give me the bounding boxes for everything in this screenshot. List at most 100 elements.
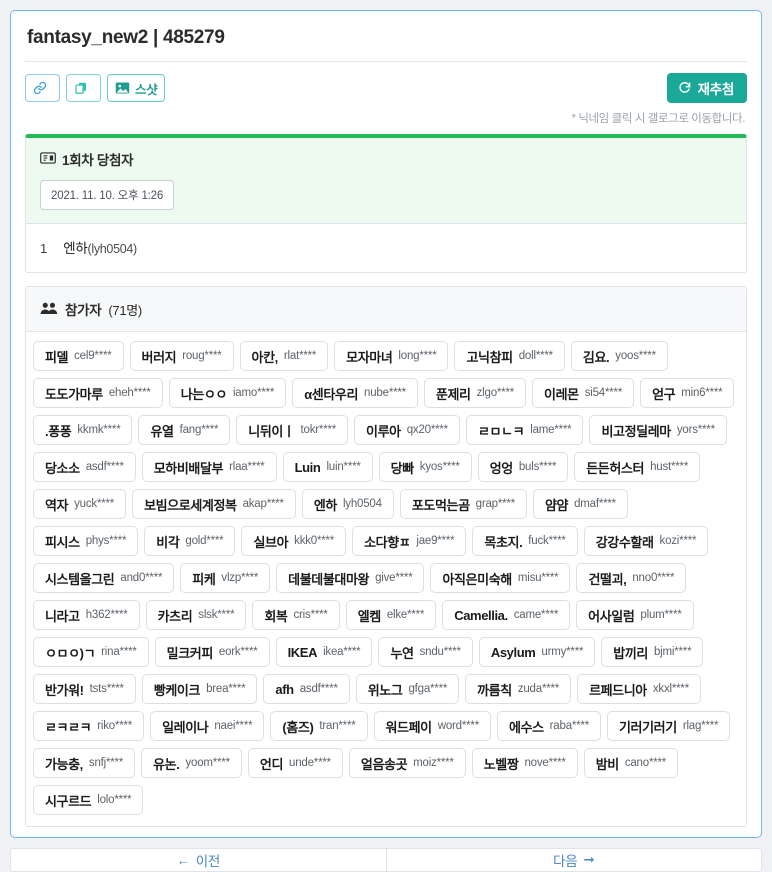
participant-chip[interactable]: 고닉참피 doll****: [454, 341, 565, 371]
participant-chip[interactable]: 언디 unde****: [247, 748, 343, 778]
prev-page-button[interactable]: ← 이전: [11, 849, 387, 871]
participant-chip[interactable]: 니뒤이ㅣ tokr****: [236, 415, 349, 445]
next-page-button[interactable]: 다음 ➞: [387, 849, 762, 871]
participant-chip[interactable]: 반가워! tsts****: [33, 674, 136, 704]
participant-chip[interactable]: 건떨괴, nno0****: [576, 563, 687, 593]
participant-chip[interactable]: ㄹㅁㄴㅋ lame****: [465, 415, 584, 445]
participant-chip[interactable]: 이레몬 si54****: [532, 378, 635, 408]
participant-chip[interactable]: 얌얌 dmaf****: [532, 489, 628, 519]
participant-nickname: 유논.: [153, 756, 180, 772]
participant-chip[interactable]: 포도먹는곰 grap****: [399, 489, 527, 519]
participant-chip[interactable]: 데불데불대마왕 give****: [276, 563, 425, 593]
participant-chip[interactable]: 시스템올그린 and0****: [33, 563, 175, 593]
participant-nickname: 누연: [390, 645, 414, 661]
participant-chip[interactable]: 피델 cel9****: [33, 341, 124, 371]
participant-chip[interactable]: 비각 gold****: [144, 526, 236, 556]
participant-nickname: 소다향ㅍ: [364, 534, 411, 550]
redraw-button[interactable]: 재추첨: [666, 73, 747, 103]
participant-chip[interactable]: 유논. yoom****: [141, 748, 242, 778]
participant-uid: qx20****: [406, 424, 448, 436]
participant-chip[interactable]: 유열 fang****: [138, 415, 231, 445]
participant-chip[interactable]: 니라고 h362****: [33, 600, 140, 630]
participant-nickname: 기러기러기: [619, 719, 677, 735]
participant-chip[interactable]: 가능충, snfj****: [33, 748, 136, 778]
participant-chip[interactable]: 강강수할래 kozi****: [583, 526, 709, 556]
participant-uid: unde****: [289, 757, 331, 769]
participant-nickname: 건떨괴,: [588, 571, 627, 587]
participant-chip[interactable]: 까름칙 zuda****: [465, 674, 572, 704]
participant-uid: eheh****: [108, 387, 151, 399]
participant-chip[interactable]: (홈즈) tran****: [270, 711, 368, 741]
participant-chip[interactable]: 피시스 phys****: [33, 526, 139, 556]
participant-chip[interactable]: 누연 sndu****: [378, 637, 473, 667]
participant-nickname: 피델: [45, 349, 69, 365]
participant-chip[interactable]: 기러기러기 rlag****: [607, 711, 731, 741]
participant-chip[interactable]: 이루아 qx20****: [354, 415, 460, 445]
snapshot-label: 스샷: [135, 82, 158, 97]
participant-chip[interactable]: 도도가마루 eheh****: [33, 378, 163, 408]
participant-chip[interactable]: 든든허스터 hust****: [574, 452, 701, 482]
participant-chip[interactable]: 회복 cris****: [252, 600, 340, 630]
winner-nickname[interactable]: 엔하(lyh0504): [63, 237, 137, 257]
participant-chip[interactable]: 빵케이크 brea****: [141, 674, 258, 704]
participant-chip[interactable]: 얻구 min6****: [640, 378, 735, 408]
participant-nickname: afh: [275, 681, 294, 697]
copy-link-button[interactable]: [25, 74, 60, 102]
participant-chip[interactable]: 밀크커피 eork****: [154, 637, 270, 667]
participant-chip[interactable]: 위노그 gfga****: [355, 674, 460, 704]
participant-chip[interactable]: 소다향ㅍ jae9****: [352, 526, 467, 556]
participant-chip[interactable]: 역자 yuck****: [33, 489, 127, 519]
participant-chip[interactable]: 아직은미숙해 misu****: [430, 563, 571, 593]
participant-nickname: 도도가마루: [45, 386, 103, 402]
participant-nickname: 비각: [156, 534, 180, 550]
copy-text-button[interactable]: [66, 74, 101, 102]
participant-chip[interactable]: 당빠 kyos****: [378, 452, 472, 482]
participant-chip[interactable]: 엔하 lyh0504: [301, 489, 394, 519]
participant-nickname: 비고정딜레마: [601, 423, 671, 439]
participant-chip[interactable]: Camellia. came****: [442, 600, 571, 630]
participant-chip[interactable]: Luin luin****: [282, 452, 373, 482]
participant-chip[interactable]: 엉엉 buls****: [477, 452, 569, 482]
snapshot-button[interactable]: 스샷: [107, 74, 166, 102]
participant-chip[interactable]: ㅇㅁㅇ)ㄱ rina****: [33, 637, 149, 667]
participant-chip[interactable]: 에수스 raba****: [496, 711, 601, 741]
participant-chip[interactable]: .퐁퐁 kkmk****: [33, 415, 133, 445]
participant-chip[interactable]: 노벨짱 nove****: [471, 748, 578, 778]
participant-chip[interactable]: IKEA ikea****: [275, 637, 373, 667]
participant-chip[interactable]: afh asdf****: [263, 674, 350, 704]
participant-chip[interactable]: 카츠리 slsk****: [145, 600, 247, 630]
participant-chip[interactable]: 엘켐 elke****: [345, 600, 437, 630]
participant-nickname: 일레이나: [162, 719, 209, 735]
participant-chip[interactable]: ㄹㅋㄹㅋ riko****: [33, 711, 145, 741]
participant-chip[interactable]: 실브아 kkk0****: [241, 526, 347, 556]
participant-chip[interactable]: 일레이나 naei****: [150, 711, 265, 741]
participant-nickname: 언디: [259, 756, 284, 772]
participant-chip[interactable]: 아칸, rlat****: [239, 341, 329, 371]
participant-chip[interactable]: 시구르드 lolo****: [33, 785, 144, 815]
participant-chip[interactable]: 비고정딜레마 yors****: [589, 415, 727, 445]
participant-chip[interactable]: 피케 vlzp****: [180, 563, 271, 593]
participant-chip[interactable]: 모하비배달부 rlaa****: [141, 452, 277, 482]
participant-uid: zuda****: [517, 683, 560, 695]
participant-chip[interactable]: 밤비 cano****: [583, 748, 679, 778]
participant-chip[interactable]: Asylum urmy****: [478, 637, 596, 667]
participant-chip[interactable]: 보빔으로세계정복 akap****: [132, 489, 296, 519]
participant-nickname: 니라고: [45, 608, 80, 624]
participant-chip[interactable]: 어사일럼 plum****: [576, 600, 694, 630]
participant-chip[interactable]: 얼음송곳 moiz****: [348, 748, 466, 778]
participant-chip[interactable]: 모자마녀 long****: [334, 341, 449, 371]
participant-chip[interactable]: 워드페이 word****: [373, 711, 491, 741]
participant-chip[interactable]: 당소소 asdf****: [33, 452, 136, 482]
participant-chip[interactable]: 목초지. fuck****: [472, 526, 578, 556]
participant-chip[interactable]: α센타우리 nube****: [292, 378, 418, 408]
participant-uid: si54****: [584, 387, 623, 399]
participant-chip[interactable]: 김요. yoos****: [570, 341, 668, 371]
participant-chip[interactable]: 나는ㅇㅇ iamo****: [168, 378, 287, 408]
participant-chip[interactable]: 밥끼리 bjmi****: [601, 637, 704, 667]
participant-uid: elke****: [386, 609, 425, 621]
participant-chip[interactable]: 버러지 roug****: [129, 341, 234, 371]
participant-chip[interactable]: 푼제리 zlgo****: [423, 378, 527, 408]
participant-chip[interactable]: 르페드니아 xkxl****: [577, 674, 701, 704]
participant-uid: gfga****: [408, 683, 448, 695]
participant-nickname: 김요.: [582, 349, 610, 365]
